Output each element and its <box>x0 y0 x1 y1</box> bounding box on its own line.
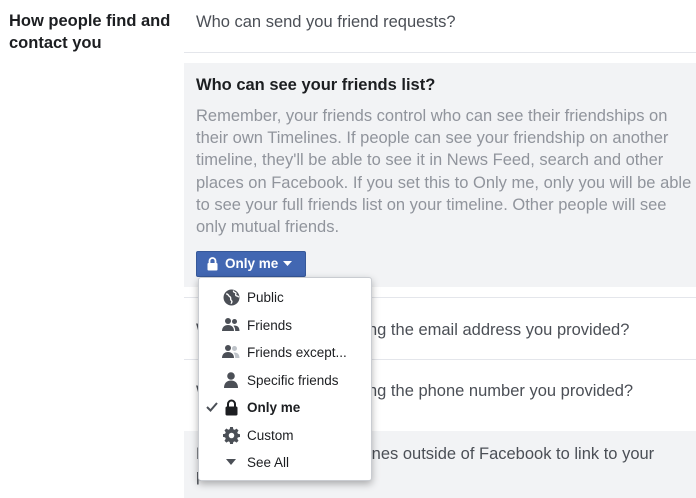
friends-icon <box>222 316 240 334</box>
friend-requests-label: Who can send you friend requests? <box>196 13 456 31</box>
menu-item-label: Specific friends <box>247 372 339 388</box>
caret-down-icon <box>222 453 240 471</box>
menu-item-only-me[interactable]: Only me <box>199 394 371 420</box>
section-title: How people find and contact you <box>9 12 171 52</box>
menu-item-custom[interactable]: Custom <box>199 422 371 448</box>
friends-list-title: Who can see your friends list? <box>196 76 436 94</box>
gear-icon <box>222 426 240 444</box>
person-icon <box>222 371 240 389</box>
menu-item-label: Only me <box>247 399 301 415</box>
menu-item-specific-friends[interactable]: Specific friends <box>199 367 371 393</box>
friend-requests-row[interactable]: Who can send you friend requests? <box>184 0 696 53</box>
audience-selector-button[interactable]: Only me <box>196 251 306 277</box>
audience-menu: Public Friends Friends except... Specifi… <box>198 277 372 481</box>
friends-except-icon <box>222 343 240 361</box>
menu-item-public[interactable]: Public <box>199 284 371 310</box>
audience-selector-label: Only me <box>225 256 279 271</box>
caret-down-icon <box>283 261 293 267</box>
menu-item-label: See All <box>247 454 290 470</box>
menu-item-friends[interactable]: Friends <box>199 312 371 338</box>
menu-item-label: Friends <box>247 317 293 333</box>
menu-item-label: Public <box>247 289 284 305</box>
lock-icon <box>222 398 240 416</box>
menu-item-label: Custom <box>247 427 294 443</box>
menu-item-see-all[interactable]: See All <box>199 449 371 475</box>
globe-icon <box>222 288 240 306</box>
phone-lookup-label: ng the phone number you provided? <box>368 382 634 400</box>
menu-item-label: Friends except... <box>247 344 347 360</box>
menu-item-friends-except[interactable]: Friends except... <box>199 339 371 365</box>
search-engines-label-line1: ines outside of Facebook to link to your <box>368 445 655 463</box>
lock-icon <box>207 257 218 271</box>
email-lookup-label: ng the email address you provided? <box>368 321 630 339</box>
friends-list-setting: Who can see your friends list? Remember,… <box>184 63 696 287</box>
friends-list-description: Remember, your friends control who can s… <box>196 107 692 237</box>
checkmark-icon <box>205 402 219 412</box>
